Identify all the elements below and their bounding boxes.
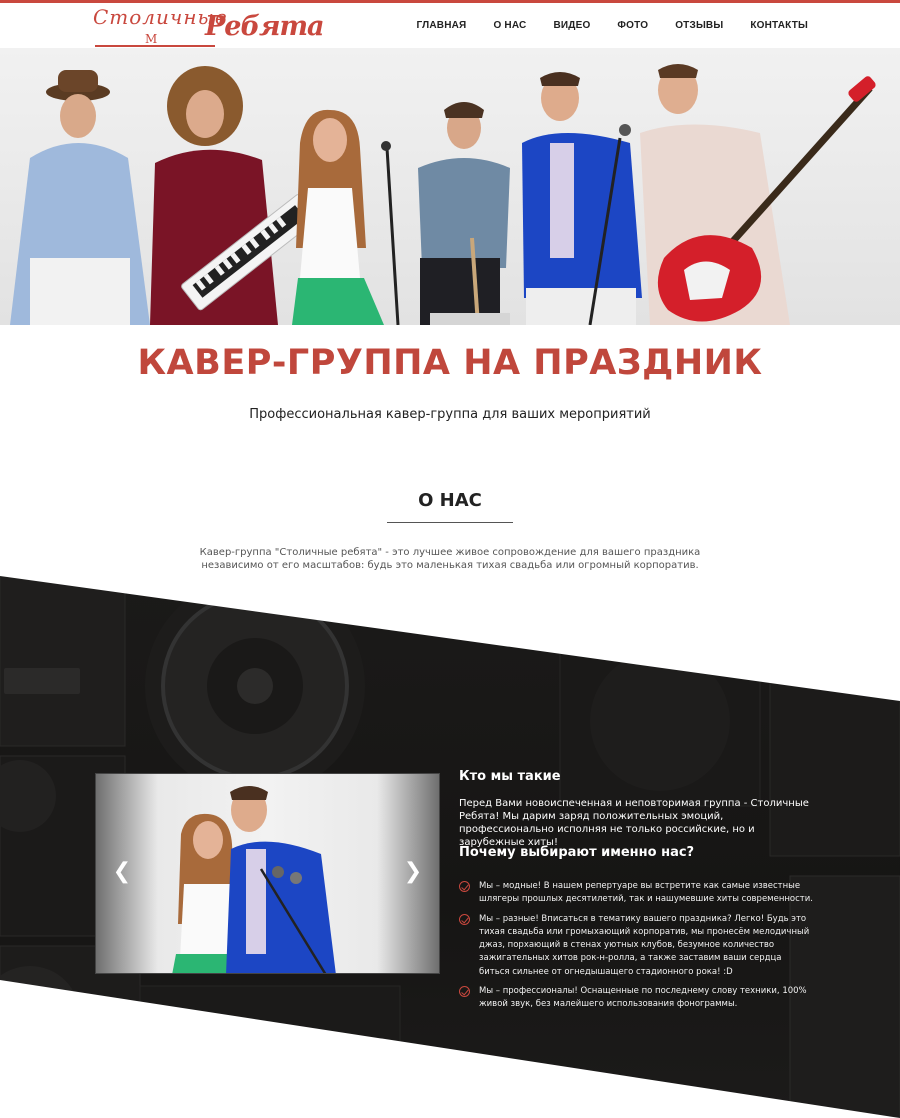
reason-text: Мы – модные! В нашем репертуаре вы встре… xyxy=(479,881,813,905)
list-item: Мы – разные! Вписаться в тематику вашего… xyxy=(459,913,814,979)
slider-prev-button[interactable]: ❮ xyxy=(112,860,132,884)
reason-text: Мы – профессионалы! Оснащенные по послед… xyxy=(479,986,807,1010)
nav-item-contacts[interactable]: КОНТАКТЫ xyxy=(750,20,808,31)
image-slider[interactable]: ❮ ❯ xyxy=(95,773,440,974)
nav-item-video[interactable]: ВИДЕО xyxy=(553,20,590,31)
page-title: КАВЕР-ГРУППА НА ПРАЗДНИК xyxy=(137,343,763,383)
check-circle-icon xyxy=(459,881,470,892)
reasons-list: Мы – модные! В нашем репертуаре вы встре… xyxy=(459,880,814,1018)
who-title: Кто мы такие xyxy=(459,769,561,784)
nav-item-about[interactable]: О НАС xyxy=(493,20,526,31)
chevron-right-icon: ❯ xyxy=(403,859,423,884)
nav-item-photo[interactable]: ФОТО xyxy=(617,20,648,31)
site-header: Столичные Ребята М ГЛАВНАЯ О НАС ВИДЕО Ф… xyxy=(0,3,900,48)
hero-band-photo xyxy=(0,48,900,325)
who-text: Перед Вами новоиспеченная и неповторимая… xyxy=(459,798,809,848)
nav-item-reviews[interactable]: ОТЗЫВЫ xyxy=(675,20,723,31)
logo-mark: М xyxy=(145,32,158,46)
list-item: Мы – профессионалы! Оснащенные по послед… xyxy=(459,985,814,1012)
logo-text-script: Ребята xyxy=(205,11,325,42)
nav-item-home[interactable]: ГЛАВНАЯ xyxy=(417,20,467,31)
check-circle-icon xyxy=(459,913,470,925)
reason-text: Мы – разные! Вписаться в тематику вашего… xyxy=(479,913,810,977)
logo[interactable]: Столичные Ребята М xyxy=(93,5,325,49)
duo-photo-illustration xyxy=(172,786,336,973)
logo-underline xyxy=(95,45,215,47)
main-nav: ГЛАВНАЯ О НАС ВИДЕО ФОТО ОТЗЫВЫ КОНТАКТЫ xyxy=(390,3,808,48)
band-photo-illustration xyxy=(0,48,900,325)
about-divider xyxy=(387,522,513,523)
slider-next-button[interactable]: ❯ xyxy=(403,860,423,884)
about-heading: О НАС xyxy=(418,490,482,511)
list-item: Мы – модные! В нашем репертуаре вы встре… xyxy=(459,880,814,907)
page-subtitle: Профессиональная кавер-группа для ваших … xyxy=(249,407,651,422)
why-title: Почему выбирают именно нас? xyxy=(459,845,695,860)
chevron-left-icon: ❮ xyxy=(112,859,132,884)
check-circle-icon xyxy=(459,986,470,998)
about-text: Кавер-группа "Столичные ребята" - это лу… xyxy=(199,547,701,571)
